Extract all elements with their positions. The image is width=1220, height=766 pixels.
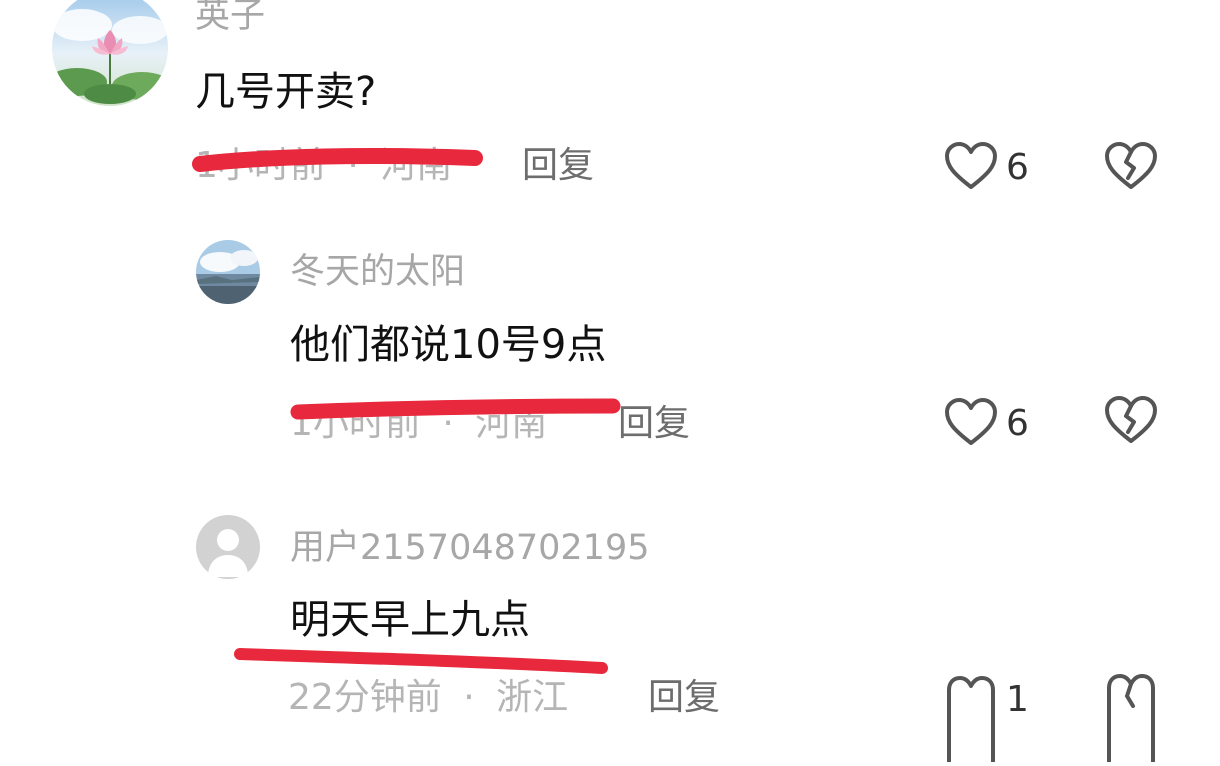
comment-text: 他们都说10号9点 [290,322,607,368]
like-count: 6 [1006,403,1029,444]
broken-heart-icon [1105,396,1157,443]
heart-icon [945,398,997,445]
broken-heart-icon [1105,142,1157,189]
sea-avatar-image [196,240,260,304]
like-button[interactable]: 6 [944,140,1044,196]
comment-username[interactable]: 英子 [195,0,265,34]
avatar-sea[interactable] [196,240,260,304]
like-button[interactable]: 1 [944,672,1044,766]
red-strikethrough-mark [190,146,490,180]
avatar-lotus[interactable] [52,0,168,106]
heart-icon [947,676,995,762]
default-user-icon [196,515,260,579]
avatar-default[interactable] [196,515,260,579]
red-underline-mark [232,644,612,674]
dislike-button[interactable] [1104,396,1158,448]
comment-text: 明天早上九点 [290,597,530,643]
like-count: 6 [1006,147,1029,188]
comment-text: 几号开卖? [195,69,377,115]
reply-button[interactable]: 回复 [522,148,594,184]
red-strikethrough-mark [288,396,628,426]
dislike-button[interactable] [1104,672,1158,766]
meta-separator: · [463,677,475,718]
comment-username[interactable]: 用户2157048702195 [290,531,650,566]
reply-button[interactable]: 回复 [618,406,690,442]
reply-button[interactable]: 回复 [648,680,720,716]
dislike-button[interactable] [1104,142,1158,194]
comment-meta: 22分钟前 · 浙江 [288,680,568,716]
comment-time: 22分钟前 [288,677,442,718]
lotus-avatar-image [52,0,168,106]
broken-heart-icon [1107,674,1155,762]
heart-icon [945,142,997,189]
comment-username[interactable]: 冬天的太阳 [290,255,465,290]
like-button[interactable]: 6 [944,396,1044,452]
like-count: 1 [1006,679,1029,720]
comment-location: 浙江 [496,677,569,718]
